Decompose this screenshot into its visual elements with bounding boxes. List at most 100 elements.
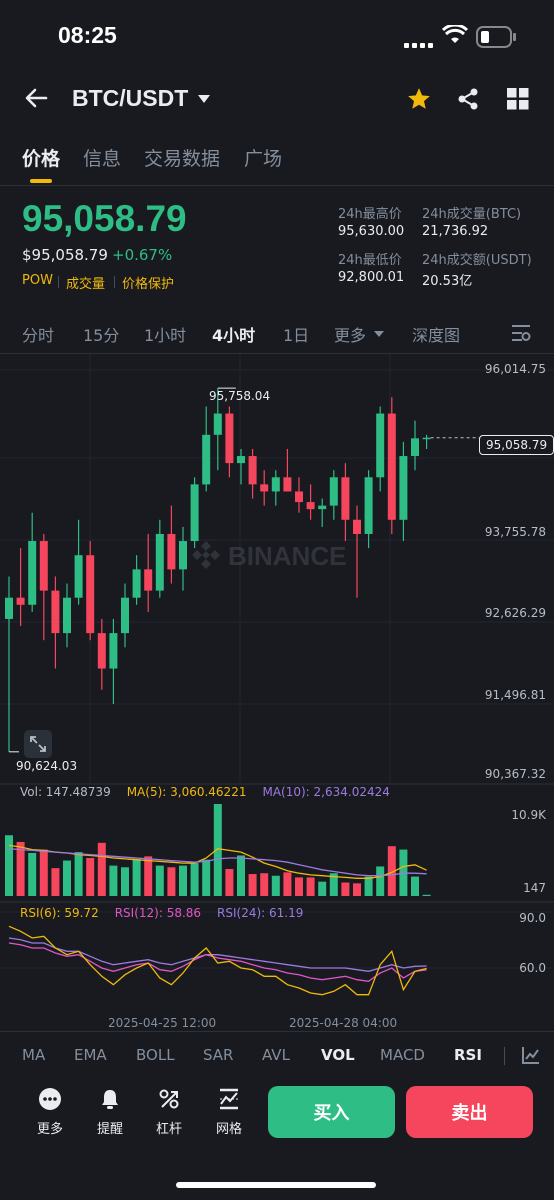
action-leverage[interactable]: 杠杆: [139, 1088, 199, 1137]
volume-bar: [376, 866, 385, 896]
tab-info[interactable]: 信息: [83, 144, 121, 171]
vol-value: Vol: 147.48739: [20, 785, 111, 799]
tf-1h[interactable]: 1小时: [144, 322, 186, 346]
stat-low-value: 92,800.01: [338, 270, 405, 285]
candle-body: [155, 533, 164, 591]
tag-divider: [114, 276, 115, 288]
volume-bar: [260, 873, 269, 896]
candle-body: [213, 413, 222, 435]
tf-4h[interactable]: 4小时: [212, 322, 255, 346]
home-indicator: [176, 1182, 376, 1188]
candle-body: [411, 438, 419, 457]
volume-bar: [190, 863, 199, 896]
indicator-macd[interactable]: MACD: [380, 1046, 425, 1064]
expand-icon: [30, 736, 46, 752]
indicator-ema[interactable]: EMA: [74, 1046, 107, 1064]
action-grid[interactable]: 网格: [199, 1088, 259, 1137]
vol-axis-max: 10.9K: [511, 808, 546, 822]
volume-bar: [353, 883, 361, 896]
y-label-top: 96,014.75: [484, 362, 546, 376]
volume-bar: [51, 868, 60, 896]
indicator-settings-icon[interactable]: [522, 1046, 540, 1068]
kline-chart[interactable]: BINANCE: [0, 354, 554, 1032]
volume-bar: [225, 868, 234, 896]
candle-body: [329, 477, 338, 506]
y-label-bottom: 90,367.32: [484, 767, 546, 781]
y-label: 93,755.78: [484, 525, 546, 539]
indicator-divider-v: [504, 1047, 505, 1065]
tag-volume[interactable]: 成交量: [66, 273, 105, 292]
candle-body: [225, 413, 234, 464]
tab-trading-data[interactable]: 交易数据: [144, 144, 220, 171]
buy-button[interactable]: 买入: [268, 1086, 395, 1138]
stat-high-label: 24h最高价: [338, 207, 402, 222]
tf-depth-chart[interactable]: 深度图: [412, 322, 460, 346]
sell-button[interactable]: 卖出: [406, 1086, 533, 1138]
indicator-sar[interactable]: SAR: [203, 1046, 233, 1064]
indicator-avl[interactable]: AVL: [262, 1046, 290, 1064]
volume-bar: [109, 865, 118, 896]
volume-bar: [74, 852, 83, 896]
grid-trading-icon: [199, 1088, 259, 1110]
indicator-ma[interactable]: MA: [22, 1046, 45, 1064]
share-icon[interactable]: [456, 87, 480, 115]
rsi24-line: [8, 937, 427, 972]
y-label: 92,626.29: [484, 606, 546, 620]
vol-ma10: MA(10): 2,634.02424: [262, 785, 390, 799]
volume-bar: [144, 856, 153, 896]
svg-text:BINANCE: BINANCE: [228, 541, 346, 571]
tf-more[interactable]: 更多: [334, 322, 385, 346]
fullscreen-button[interactable]: [24, 730, 52, 758]
grid-layout-icon[interactable]: [507, 88, 529, 114]
tab-square[interactable]: 广场: [244, 144, 282, 171]
candle-body: [202, 434, 211, 485]
star-icon[interactable]: [406, 86, 432, 116]
back-arrow-icon[interactable]: [24, 86, 48, 114]
indicator-boll[interactable]: BOLL: [136, 1046, 175, 1064]
tag-price-protection[interactable]: 价格保护: [122, 273, 174, 292]
candle-body: [28, 541, 37, 605]
rsi12-value: RSI(12): 58.86: [114, 906, 202, 920]
leverage-icon: [139, 1088, 199, 1110]
volume-bar: [411, 876, 419, 896]
volume-bar: [306, 877, 315, 896]
tf-15m[interactable]: 15分: [83, 322, 119, 346]
stat-vol-usdt-value: 20.53亿: [422, 274, 473, 289]
caret-down-icon: [374, 331, 385, 337]
candle-body: [271, 477, 280, 492]
candle-body: [63, 597, 71, 634]
candle-body: [179, 541, 187, 570]
tag-pow[interactable]: POW: [22, 273, 53, 288]
pair-title: BTC/USDT: [72, 85, 189, 111]
pair-selector[interactable]: BTC/USDT: [72, 85, 211, 112]
wifi-icon: [441, 23, 469, 49]
indicator-rsi[interactable]: RSI: [454, 1046, 482, 1064]
candle-body: [353, 519, 361, 534]
volume-bar: [132, 858, 141, 896]
candle-body: [144, 569, 153, 591]
volume-bar: [318, 881, 327, 896]
action-grid-label: 网格: [215, 1122, 242, 1137]
action-alert[interactable]: 提醒: [80, 1088, 140, 1137]
tf-more-label: 更多: [334, 326, 367, 345]
tab-price[interactable]: 价格: [22, 144, 60, 171]
volume-bar: [422, 894, 431, 896]
y-label: 91,496.81: [484, 688, 546, 702]
stat-vol-usdt-label: 24h成交额(USDT): [422, 253, 532, 268]
tf-timeline[interactable]: 分时: [22, 322, 54, 346]
indicator-vol[interactable]: VOL: [321, 1046, 355, 1064]
candle-body: [260, 484, 269, 492]
stat-vol-btc-value: 21,736.92: [422, 224, 489, 239]
candle-body: [5, 597, 13, 619]
candle-body: [121, 597, 129, 634]
candle-body: [306, 502, 315, 510]
tf-1d[interactable]: 1日: [283, 322, 309, 346]
chart-settings-icon[interactable]: [511, 324, 531, 346]
caret-down-icon: [198, 94, 211, 103]
binance-watermark: BINANCE: [192, 541, 346, 571]
candle-body: [318, 505, 327, 510]
rsi-axis-90: 90.0: [519, 911, 546, 925]
action-more[interactable]: 更多: [20, 1088, 80, 1137]
volume-bar: [39, 849, 48, 896]
candle-body: [86, 555, 95, 634]
